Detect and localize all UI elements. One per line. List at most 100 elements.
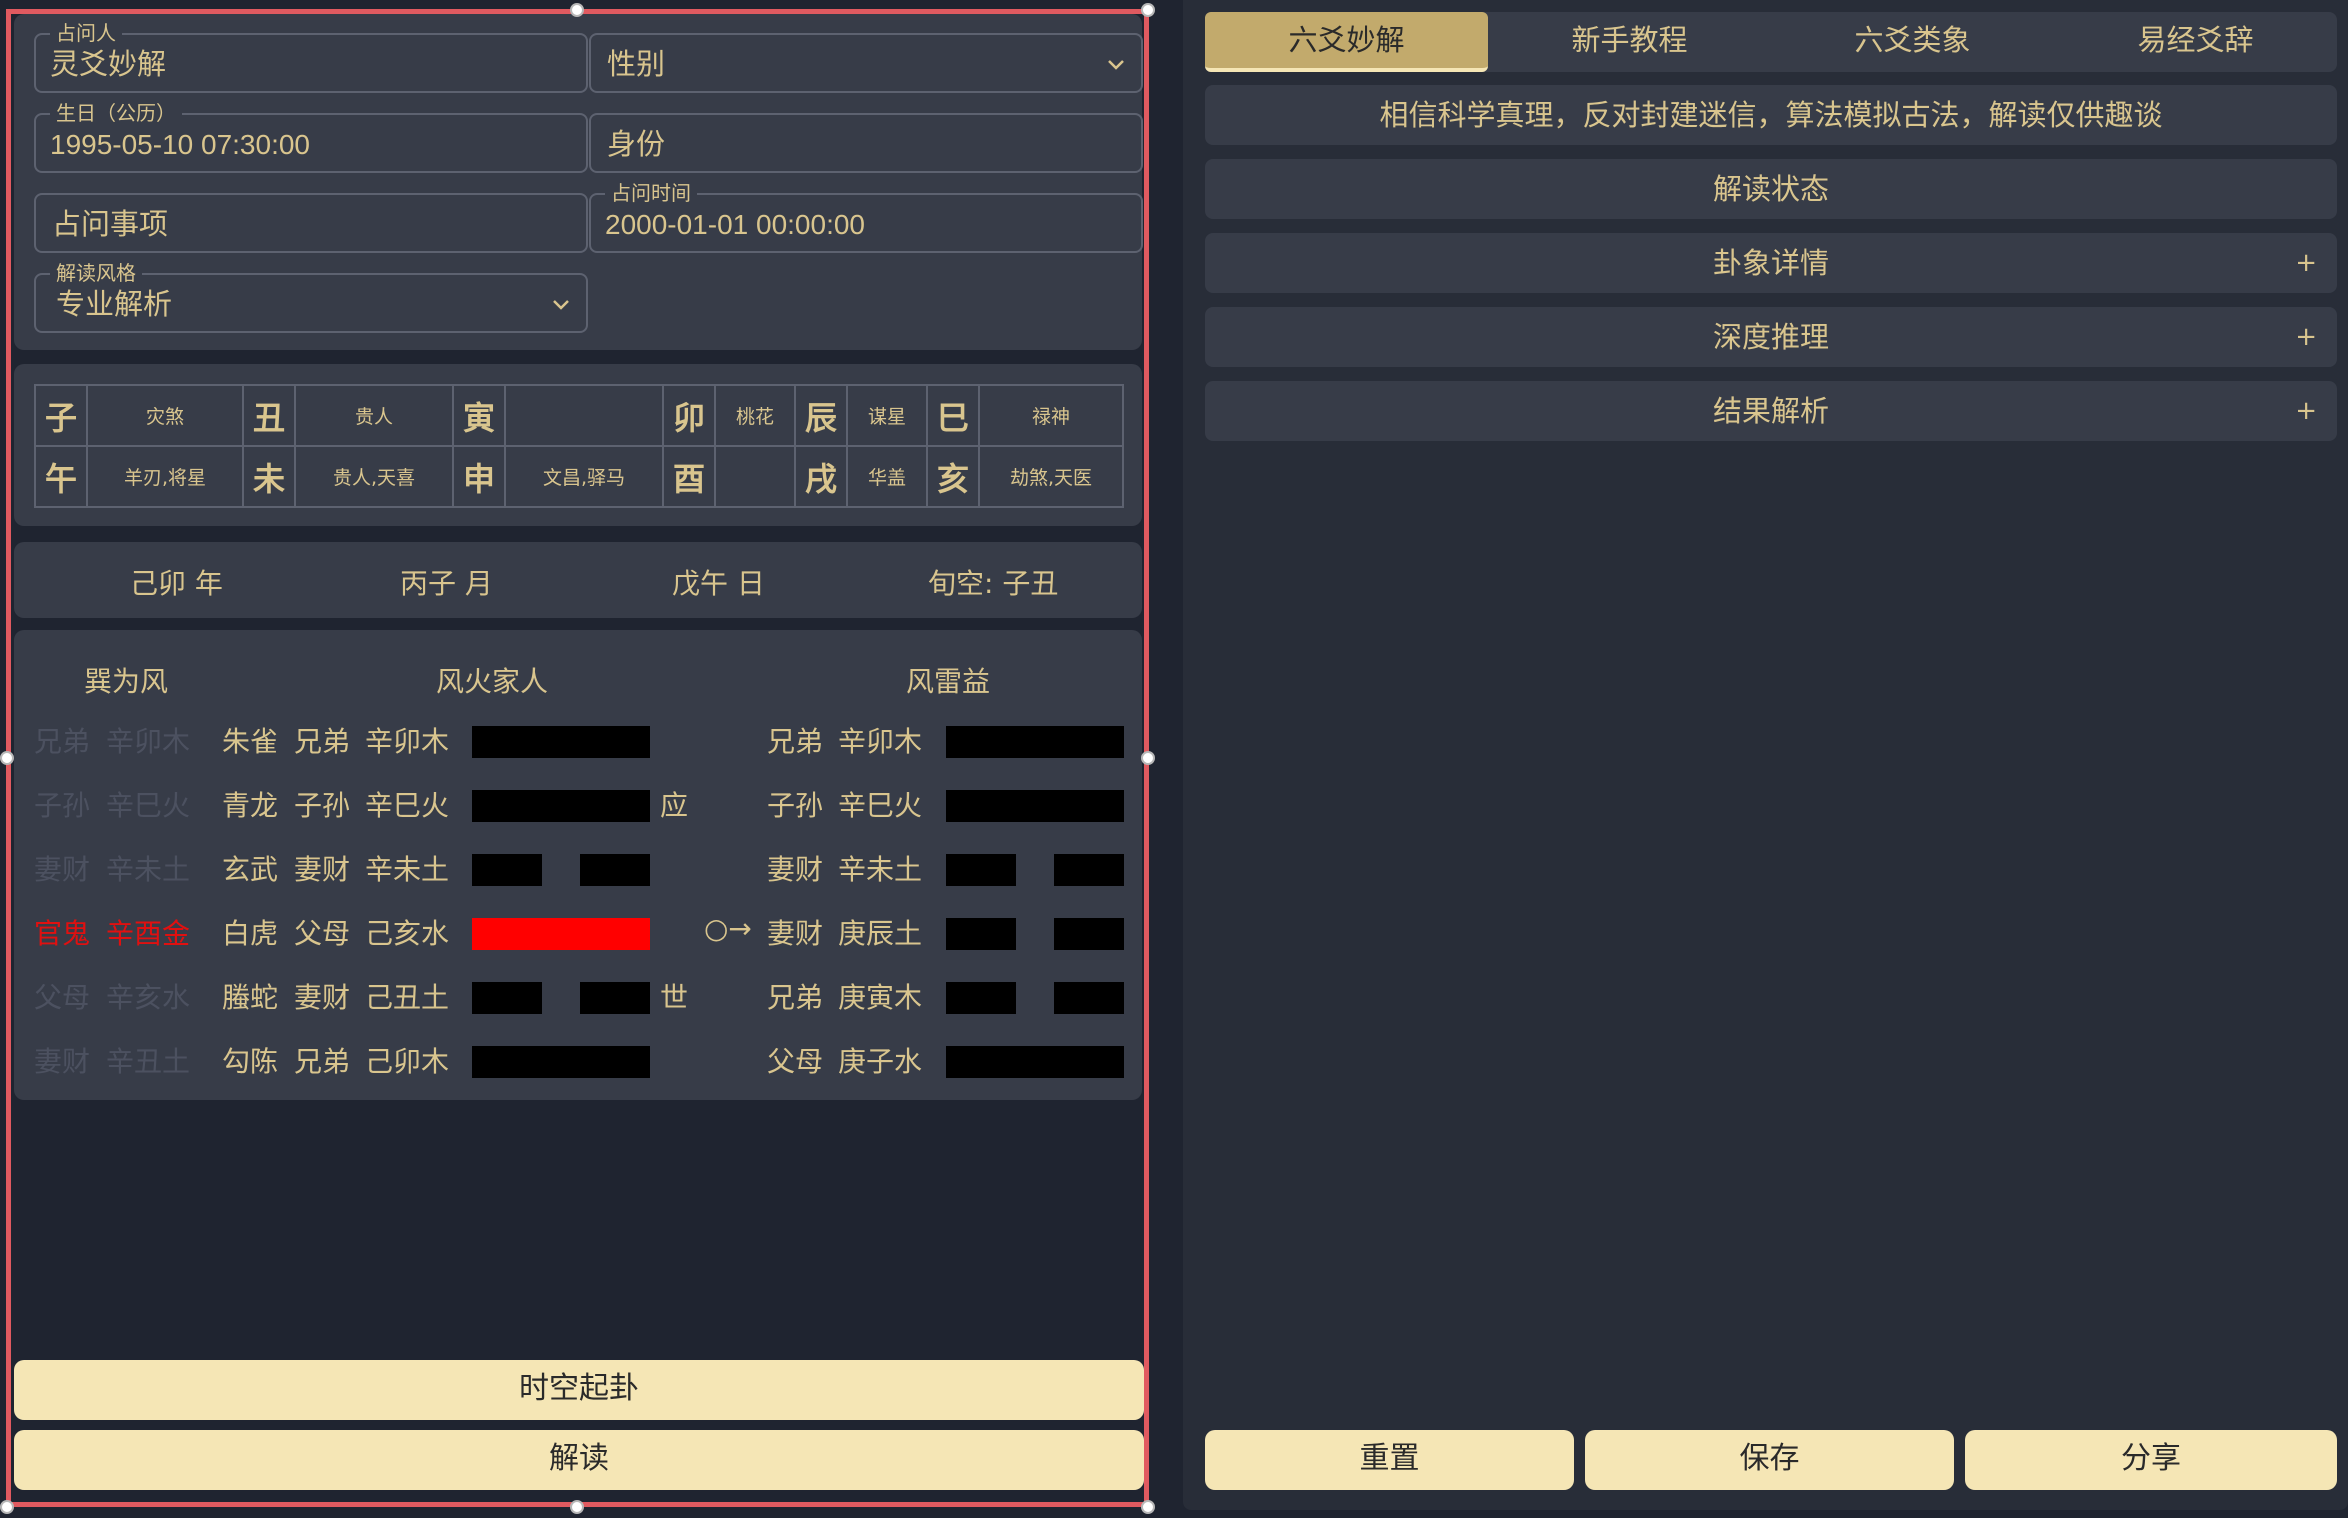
fu-shen-ganzhi: 辛亥水	[106, 981, 191, 1014]
six-spirit: 白虎	[222, 917, 279, 950]
six-relation: 妻财	[294, 981, 351, 1014]
branch-wu: 午	[34, 445, 88, 508]
ask-time-legend: 占问时间	[605, 182, 697, 204]
birthday-field[interactable]: 生日（公历） 1995-05-10 07:30:00	[34, 102, 588, 173]
six-relation: 子孙	[294, 789, 351, 822]
gender-select[interactable]: 性别	[589, 33, 1143, 93]
style-select[interactable]: 解读风格 专业解析	[34, 262, 588, 333]
changed-relation: 妻财	[767, 853, 824, 886]
yao-row: 父母 辛亥水 螣蛇 妻财 己丑土 世 兄弟 庚寅木	[0, 974, 1160, 1018]
share-button[interactable]: 分享	[1965, 1430, 2337, 1490]
changed-relation: 兄弟	[767, 981, 824, 1014]
six-spirit: 朱雀	[222, 725, 279, 758]
yao-row: 官鬼 辛酉金 白虎 父母 己亥水 ○→ 妻财 庚辰土	[0, 910, 1160, 954]
six-spirit: 螣蛇	[222, 981, 279, 1014]
section-detail[interactable]: 卦象详情 +	[1205, 233, 2337, 293]
asker-field[interactable]: 占问人 灵爻妙解	[34, 22, 588, 93]
changed-yin-line-right	[1054, 918, 1124, 950]
shensha-chen: 谋星	[846, 384, 928, 447]
day-pillar: 戊午 日	[672, 567, 765, 600]
shensha-si: 禄神	[978, 384, 1124, 447]
changed-yang-line	[946, 790, 1124, 822]
resize-handle-top[interactable]	[570, 3, 584, 17]
yin-line-right	[580, 854, 650, 886]
branch-chen: 辰	[794, 384, 848, 447]
section-reasoning-label: 深度推理	[1712, 320, 1829, 354]
tab-liuyao-jiedu[interactable]: 六爻妙解	[1205, 12, 1488, 72]
disclaimer-notice: 相信科学真理，反对封建迷信，算法模拟古法，解读仅供趣谈	[1205, 85, 2337, 145]
save-button[interactable]: 保存	[1585, 1430, 1954, 1490]
matter-field[interactable]: 占问事项	[34, 193, 588, 253]
changed-relation: 父母	[767, 1045, 824, 1078]
changed-ganzhi: 辛未土	[838, 853, 923, 886]
asker-legend: 占问人	[50, 22, 122, 44]
fu-shen-relation: 官鬼	[34, 917, 91, 950]
six-relation: 妻财	[294, 853, 351, 886]
branch-hai: 亥	[926, 445, 980, 508]
resize-handle-top-right[interactable]	[1141, 3, 1155, 17]
section-result-label: 结果解析	[1712, 394, 1829, 428]
tab-bar: 六爻妙解 新手教程 六爻类象 易经爻辞	[1205, 12, 2337, 72]
expand-icon[interactable]: +	[2295, 233, 2317, 293]
six-spirit: 玄武	[222, 853, 279, 886]
branch-you: 酉	[662, 445, 716, 508]
six-relation: 父母	[294, 917, 351, 950]
fu-shen-gua-title: 巽为风	[84, 665, 169, 698]
fu-shen-relation: 父母	[34, 981, 91, 1014]
changed-ganzhi: 庚寅木	[838, 981, 923, 1014]
resize-handle-bottom-left[interactable]	[0, 1500, 14, 1514]
month-pillar: 丙子 月	[400, 567, 493, 600]
changed-relation: 兄弟	[767, 725, 824, 758]
ask-time-field[interactable]: 占问时间 2000-01-01 00:00:00	[589, 182, 1143, 253]
yao-row: 兄弟 辛卯木 朱雀 兄弟 辛卯木 兄弟 辛卯木	[0, 718, 1160, 762]
fu-shen-relation: 妻财	[34, 1045, 91, 1078]
shensha-chou: 贵人	[294, 384, 454, 447]
cast-button[interactable]: 时空起卦	[14, 1360, 1144, 1420]
moving-arrow-icon: ○→	[704, 912, 752, 945]
branch-si: 巳	[926, 384, 980, 447]
resize-handle-left[interactable]	[0, 751, 14, 765]
section-result[interactable]: 结果解析 +	[1205, 381, 2337, 441]
gender-value: 性别	[607, 47, 666, 81]
interpret-button[interactable]: 解读	[14, 1430, 1144, 1490]
fu-shen-ganzhi: 辛未土	[106, 853, 191, 886]
matter-value: 占问事项	[52, 207, 169, 241]
ganzhi: 己丑土	[365, 981, 450, 1014]
yin-line-left	[472, 854, 542, 886]
shensha-you	[714, 445, 796, 508]
birthday-legend: 生日（公历）	[50, 102, 182, 124]
right-panel: 六爻妙解 新手教程 六爻类象 易经爻辞 相信科学真理，反对封建迷信，算法模拟古法…	[1183, 0, 2348, 1510]
resize-handle-bottom[interactable]	[570, 1500, 584, 1514]
birthday-value: 1995-05-10 07:30:00	[50, 129, 310, 160]
resize-handle-bottom-right[interactable]	[1141, 1500, 1155, 1514]
ask-time-value: 2000-01-01 00:00:00	[605, 209, 865, 240]
yao-row: 妻财 辛未土 玄武 妻财 辛未土 妻财 辛未土	[0, 846, 1160, 890]
section-status[interactable]: 解读状态	[1205, 159, 2337, 219]
expand-icon[interactable]: +	[2295, 307, 2317, 367]
tab-imagery[interactable]: 六爻类象	[1771, 12, 2054, 72]
reset-button[interactable]: 重置	[1205, 1430, 1574, 1490]
branch-mao: 卯	[662, 384, 716, 447]
yang-line	[472, 1046, 650, 1078]
changed-ganzhi: 庚辰土	[838, 917, 923, 950]
shensha-shen: 文昌,驿马	[504, 445, 664, 508]
fu-shen-relation: 妻财	[34, 853, 91, 886]
identity-field[interactable]: 身份	[589, 113, 1143, 173]
yin-line-left	[472, 982, 542, 1014]
changed-ganzhi: 辛巳火	[838, 789, 923, 822]
chevron-down-icon	[553, 300, 569, 310]
yao-row: 妻财 辛丑土 勾陈 兄弟 己卯木 父母 庚子水	[0, 1038, 1160, 1082]
expand-icon[interactable]: +	[2295, 381, 2317, 441]
main-gua-title: 风火家人	[436, 665, 549, 698]
fu-shen-ganzhi: 辛丑土	[106, 1045, 191, 1078]
style-legend: 解读风格	[50, 262, 142, 284]
branch-chou: 丑	[242, 384, 296, 447]
tab-yijing-text[interactable]: 易经爻辞	[2054, 12, 2337, 72]
fu-shen-ganzhi: 辛卯木	[106, 725, 191, 758]
section-reasoning[interactable]: 深度推理 +	[1205, 307, 2337, 367]
branch-shen: 申	[452, 445, 506, 508]
resize-handle-right[interactable]	[1141, 751, 1155, 765]
tab-tutorial[interactable]: 新手教程	[1488, 12, 1771, 72]
shensha-mao: 桃花	[714, 384, 796, 447]
ganzhi: 己卯木	[365, 1045, 450, 1078]
